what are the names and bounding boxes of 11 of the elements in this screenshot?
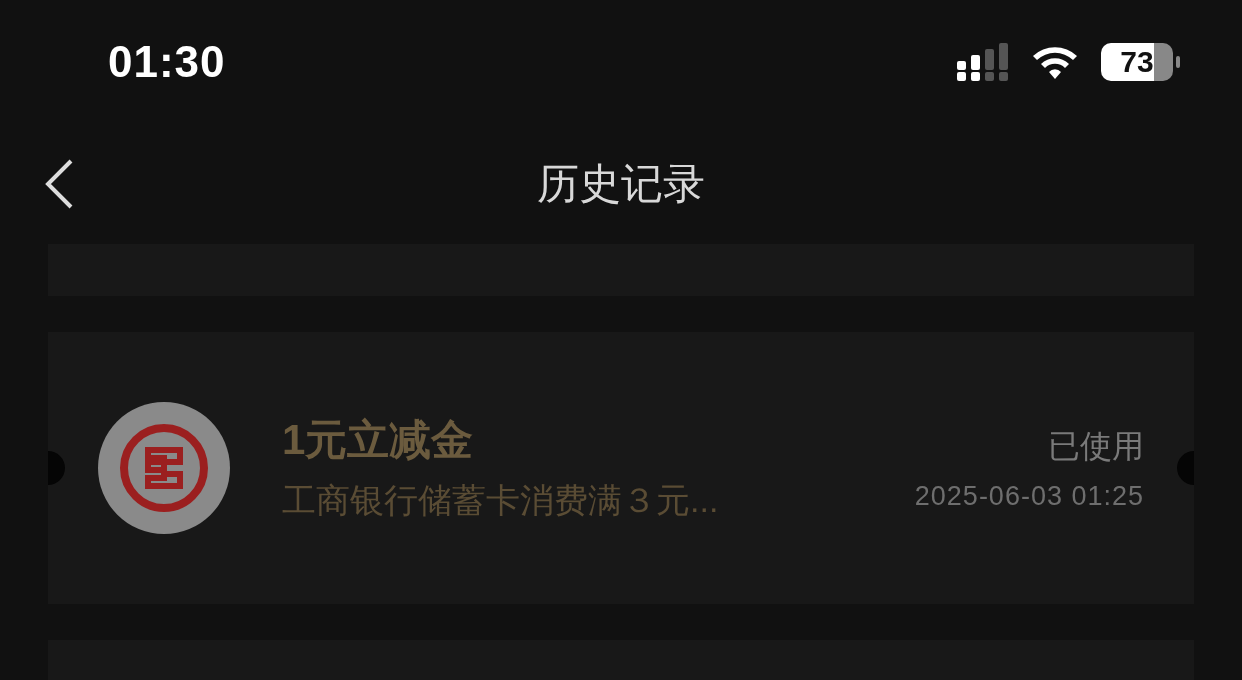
bank-logo-icon bbox=[98, 402, 230, 534]
back-button[interactable] bbox=[44, 159, 74, 210]
status-time: 01:30 bbox=[108, 37, 226, 88]
wifi-icon bbox=[1031, 44, 1079, 81]
signal-icon bbox=[957, 43, 1009, 82]
page-title: 历史记录 bbox=[537, 159, 705, 210]
coupon-title: 1元立减金 bbox=[282, 415, 475, 465]
coupon-card[interactable]: 1元立减金 工商银行储蓄卡消费满３元... 已使用 2025-06-03 01:25 bbox=[48, 332, 1194, 604]
coupon-description: 工商银行储蓄卡消费满３元... bbox=[282, 480, 720, 521]
coupon-status: 已使用 bbox=[1048, 426, 1144, 466]
coupon-time: 2025-06-03 01:25 bbox=[914, 480, 1144, 512]
